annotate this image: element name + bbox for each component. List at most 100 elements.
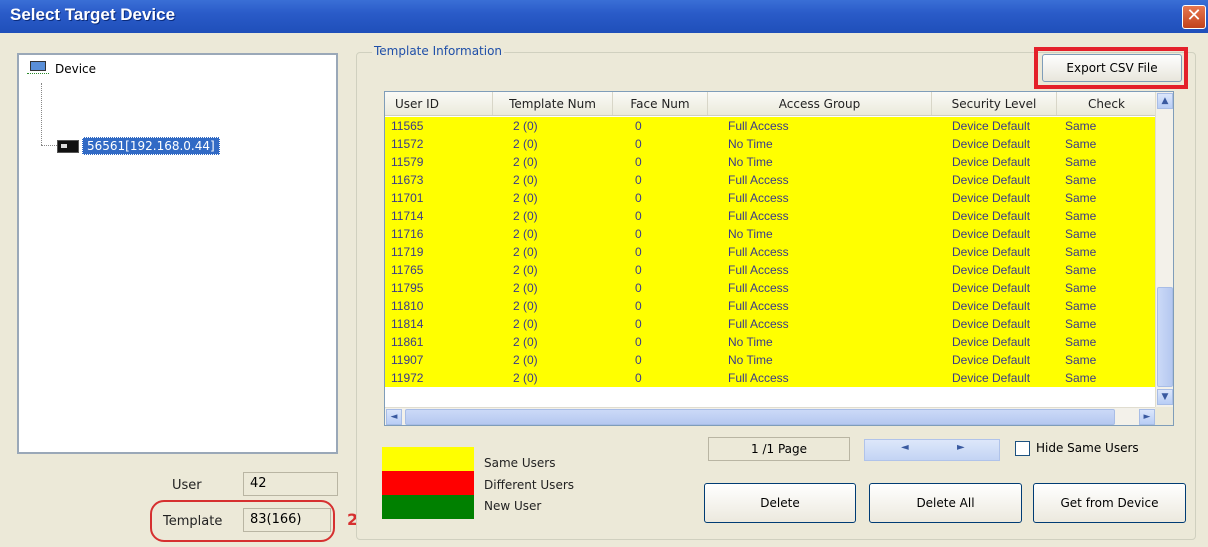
template-highlight-ellipse bbox=[150, 500, 335, 542]
next-page-icon[interactable]: ► bbox=[957, 442, 965, 453]
page-navigation[interactable]: ◄ ► bbox=[864, 439, 1000, 461]
template-table[interactable]: User ID Template Num Face Num Access Group S… bbox=[384, 91, 1174, 426]
scroll-left-icon[interactable]: ◄ bbox=[386, 409, 402, 425]
table-row[interactable]: 11972 2 (0) 0 Full Access Device Default Same bbox=[385, 369, 1157, 387]
table-row[interactable]: 11795 2 (0) 0 Full Access Device Default Same bbox=[385, 279, 1157, 297]
table-cell: 0 bbox=[635, 191, 642, 205]
device-tree[interactable]: Device 56561[192.168.0.44] bbox=[17, 53, 338, 454]
table-cell: Same bbox=[1065, 191, 1097, 205]
table-row[interactable]: 11861 2 (0) 0 No Time Device Default Same bbox=[385, 333, 1157, 351]
table-row[interactable]: 11572 2 (0) 0 No Time Device Default Same bbox=[385, 135, 1157, 153]
table-cell: Device Default bbox=[952, 209, 1031, 223]
table-cell: Same bbox=[1065, 173, 1097, 187]
get-from-device-button[interactable]: Get from Device bbox=[1033, 483, 1186, 523]
table-cell: Same bbox=[1065, 209, 1097, 223]
table-cell: Device Default bbox=[952, 335, 1031, 349]
horizontal-scroll-thumb[interactable] bbox=[405, 409, 1115, 425]
table-cell: Device Default bbox=[952, 191, 1031, 205]
table-cell: 11572 bbox=[391, 137, 424, 151]
table-cell: Same bbox=[1065, 299, 1097, 313]
table-row[interactable]: 11565 2 (0) 0 Full Access Device Default Same bbox=[385, 117, 1157, 135]
table-cell: Same bbox=[1065, 281, 1097, 295]
table-cell: Device Default bbox=[952, 281, 1031, 295]
table-cell: 0 bbox=[635, 119, 642, 133]
table-cell: 11814 bbox=[391, 317, 424, 331]
prev-page-icon[interactable]: ◄ bbox=[901, 442, 909, 453]
scroll-down-icon[interactable]: ▼ bbox=[1157, 389, 1173, 405]
table-cell: 2 (0) bbox=[513, 263, 538, 277]
table-header: User ID Template Num Face Num Access Group S… bbox=[385, 92, 1157, 116]
table-row[interactable]: 11714 2 (0) 0 Full Access Device Default Same bbox=[385, 207, 1157, 225]
table-row[interactable]: 11716 2 (0) 0 No Time Device Default Same bbox=[385, 225, 1157, 243]
table-row[interactable]: 11765 2 (0) 0 Full Access Device Default Same bbox=[385, 261, 1157, 279]
table-cell: 0 bbox=[635, 263, 642, 277]
table-cell: 0 bbox=[635, 281, 642, 295]
legend-label-same: Same Users bbox=[484, 456, 556, 470]
table-cell: Same bbox=[1065, 137, 1097, 151]
vertical-scroll-thumb[interactable] bbox=[1157, 287, 1173, 387]
column-header[interactable]: User ID bbox=[385, 92, 493, 115]
table-cell: 0 bbox=[635, 155, 642, 169]
export-csv-button[interactable]: Export CSV File bbox=[1042, 54, 1182, 82]
table-row[interactable]: 11810 2 (0) 0 Full Access Device Default Same bbox=[385, 297, 1157, 315]
network-computer-icon bbox=[27, 61, 49, 77]
vertical-scrollbar[interactable]: ▲ ▼ bbox=[1155, 92, 1173, 407]
table-cell: Full Access bbox=[728, 245, 789, 259]
table-row[interactable]: 11701 2 (0) 0 Full Access Device Default Same bbox=[385, 189, 1157, 207]
scroll-up-icon[interactable]: ▲ bbox=[1157, 93, 1173, 109]
table-cell: 0 bbox=[635, 173, 642, 187]
table-cell: Full Access bbox=[728, 281, 789, 295]
tree-item-device-56561[interactable]: 56561[192.168.0.44] bbox=[57, 137, 220, 155]
table-cell: Device Default bbox=[952, 155, 1031, 169]
table-cell: No Time bbox=[728, 137, 773, 151]
legend-swatch-new bbox=[382, 495, 474, 519]
table-cell: 0 bbox=[635, 245, 642, 259]
table-row[interactable]: 11814 2 (0) 0 Full Access Device Default Same bbox=[385, 315, 1157, 333]
column-header[interactable]: Face Num bbox=[613, 92, 708, 115]
table-cell: Same bbox=[1065, 263, 1097, 277]
table-cell: 0 bbox=[635, 317, 642, 331]
legend-swatch-same bbox=[382, 447, 474, 471]
table-row[interactable]: 11719 2 (0) 0 Full Access Device Default Same bbox=[385, 243, 1157, 261]
table-cell: No Time bbox=[728, 353, 773, 367]
table-cell: Device Default bbox=[952, 371, 1031, 385]
table-cell: Device Default bbox=[952, 137, 1031, 151]
table-row[interactable]: 11579 2 (0) 0 No Time Device Default Same bbox=[385, 153, 1157, 171]
scroll-right-icon[interactable]: ► bbox=[1139, 409, 1155, 425]
column-header[interactable]: Security Level bbox=[932, 92, 1057, 115]
hide-same-users-checkbox[interactable] bbox=[1015, 441, 1030, 456]
table-cell: Same bbox=[1065, 119, 1097, 133]
table-cell: No Time bbox=[728, 335, 773, 349]
table-cell: 2 (0) bbox=[513, 173, 538, 187]
title-bar: Select Target Device ✕ bbox=[0, 0, 1208, 33]
table-row[interactable]: 11907 2 (0) 0 No Time Device Default Same bbox=[385, 351, 1157, 369]
tree-root-label: Device bbox=[55, 62, 97, 76]
column-header[interactable]: Check bbox=[1057, 92, 1157, 115]
table-cell: 2 (0) bbox=[513, 335, 538, 349]
legend-swatch-different bbox=[382, 471, 474, 495]
delete-all-button[interactable]: Delete All bbox=[869, 483, 1022, 523]
table-cell: Same bbox=[1065, 245, 1097, 259]
user-count-label: User bbox=[172, 478, 202, 493]
table-cell: 0 bbox=[635, 137, 642, 151]
table-row[interactable]: 11673 2 (0) 0 Full Access Device Default Same bbox=[385, 171, 1157, 189]
delete-button[interactable]: Delete bbox=[704, 483, 856, 523]
tree-root-device[interactable]: Device bbox=[27, 61, 96, 77]
page-indicator: 1 /1 Page bbox=[708, 437, 850, 461]
table-body: 11565 2 (0) 0 Full Access Device Default Same… bbox=[385, 117, 1157, 387]
table-cell: Full Access bbox=[728, 173, 789, 187]
table-cell: 11765 bbox=[391, 263, 424, 277]
table-cell: Same bbox=[1065, 335, 1097, 349]
table-cell: Device Default bbox=[952, 227, 1031, 241]
table-cell: Device Default bbox=[952, 299, 1031, 313]
horizontal-scrollbar[interactable]: ◄ ► bbox=[385, 407, 1157, 425]
table-cell: Same bbox=[1065, 353, 1097, 367]
table-cell: 11579 bbox=[391, 155, 424, 169]
column-header[interactable]: Template Num bbox=[493, 92, 613, 115]
table-cell: 2 (0) bbox=[513, 155, 538, 169]
table-cell: 11972 bbox=[391, 371, 424, 385]
column-header[interactable]: Access Group bbox=[708, 92, 932, 115]
table-cell: Full Access bbox=[728, 317, 789, 331]
table-cell: Device Default bbox=[952, 245, 1031, 259]
close-icon[interactable]: ✕ bbox=[1182, 5, 1206, 29]
